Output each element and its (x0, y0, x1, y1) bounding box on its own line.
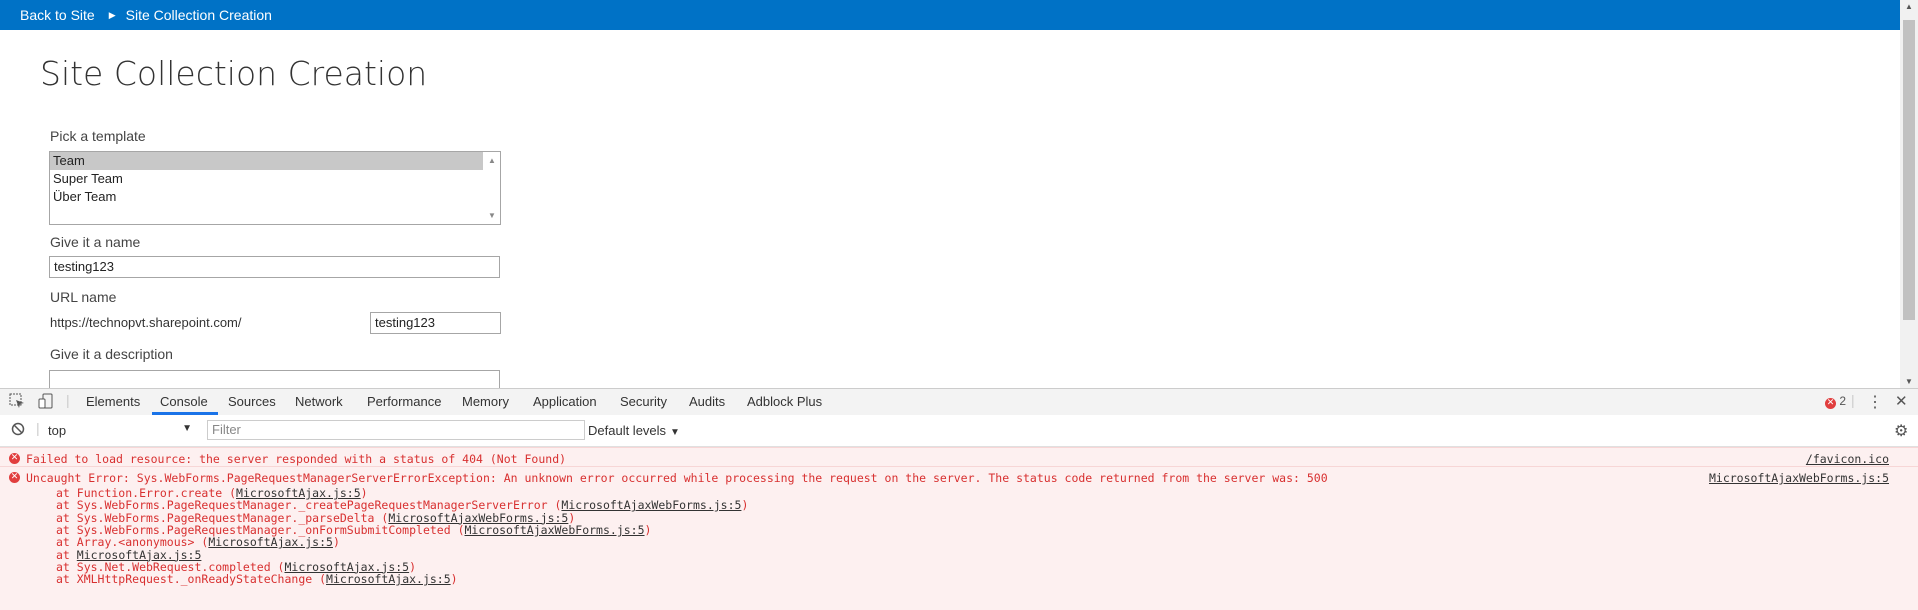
console-message-text: Failed to load resource: the server resp… (26, 452, 567, 466)
gear-icon[interactable]: ⚙ (1894, 421, 1908, 441)
tab-console[interactable]: Console (160, 394, 208, 409)
scroll-up-icon[interactable]: ▲ (488, 156, 496, 165)
template-option-super-team[interactable]: Super Team (50, 170, 483, 188)
devtools-panel: | Elements Console Sources Network Perfo… (0, 388, 1918, 610)
error-icon: ✕ (9, 472, 20, 483)
tab-application[interactable]: Application (533, 394, 597, 409)
error-icon: ✕ (1825, 398, 1836, 409)
tab-security[interactable]: Security (620, 394, 667, 409)
chevron-down-icon: ▼ (670, 427, 680, 438)
tab-adblock-plus[interactable]: Adblock Plus (747, 394, 822, 409)
stack-frame-link[interactable]: MicrosoftAjaxWebForms.js:5 (465, 523, 645, 537)
url-name-input[interactable]: testing123 (370, 312, 501, 334)
devtools-tabbar: | Elements Console Sources Network Perfo… (0, 388, 1918, 416)
tab-audits[interactable]: Audits (689, 394, 725, 409)
device-toggle-icon[interactable] (38, 393, 54, 412)
close-icon[interactable]: ✕ (1895, 392, 1908, 410)
tab-sources[interactable]: Sources (228, 394, 276, 409)
chevron-down-icon: ▼ (182, 423, 192, 434)
stack-frame-link[interactable]: MicrosoftAjax.js:5 (208, 535, 333, 549)
console-message-text: Uncaught Error: Sys.WebForms.PageRequest… (26, 471, 1328, 485)
context-value: top (48, 423, 67, 438)
stack-frame-suffix: ) (644, 522, 652, 537)
template-option-uber-team[interactable]: Über Team (50, 188, 483, 206)
filter-input[interactable]: Filter (207, 420, 585, 440)
error-count: 2 (1839, 394, 1847, 408)
console-message-source[interactable]: /favicon.ico (1806, 452, 1889, 466)
stack-frame-link[interactable]: MicrosoftAjaxWebForms.js:5 (561, 498, 741, 512)
site-name-input[interactable]: testing123 (49, 256, 500, 278)
stack-frame-suffix: ) (332, 535, 340, 550)
inspect-element-icon[interactable] (9, 393, 25, 412)
description-label: Give it a description (50, 346, 173, 362)
page-scroll-down-icon[interactable]: ▼ (1905, 377, 1913, 386)
url-prefix: https://technopvt.sharepoint.com/ (50, 315, 242, 330)
listbox-scrollbar[interactable]: ▲ ▼ (483, 152, 500, 224)
stack-frame: at XMLHttpRequest._onReadyStateChange (M… (56, 572, 458, 586)
log-levels-dropdown[interactable]: Default levels ▼ (588, 423, 680, 438)
console-message: ✕ Uncaught Error: Sys.WebForms.PageReque… (0, 466, 1918, 610)
name-label: Give it a name (50, 234, 141, 250)
template-listbox[interactable]: Team Super Team Über Team ▲ ▼ (49, 151, 501, 225)
stack-frame-link[interactable]: MicrosoftAjax.js:5 (326, 572, 451, 586)
template-option-team[interactable]: Team (50, 152, 483, 170)
stack-frame-text: at XMLHttpRequest._onReadyStateChange ( (56, 572, 327, 587)
breadcrumb-separator-icon: ▶ (108, 9, 116, 20)
breadcrumb-current[interactable]: Site Collection Creation (126, 7, 272, 23)
tab-performance[interactable]: Performance (367, 394, 441, 409)
error-counter[interactable]: ✕ 2 (1825, 394, 1846, 409)
template-label: Pick a template (50, 128, 146, 144)
page-scrollbar[interactable]: ▲ ▼ (1900, 0, 1918, 388)
log-levels-label: Default levels (588, 423, 667, 438)
console-message-source[interactable]: MicrosoftAjaxWebForms.js:5 (1709, 471, 1889, 485)
error-icon: ✕ (9, 453, 20, 464)
suite-bar: Back to Site ▶ Site Collection Creation (0, 0, 1900, 30)
description-input[interactable] (49, 370, 500, 388)
url-label: URL name (50, 289, 117, 305)
page-scroll-up-icon[interactable]: ▲ (1905, 2, 1913, 11)
tab-network[interactable]: Network (295, 394, 343, 409)
page-title: Site Collection Creation (40, 54, 428, 93)
stack-frame-suffix: ) (450, 572, 458, 587)
kebab-menu-icon[interactable]: ⋮ (1867, 392, 1883, 412)
back-to-site-link[interactable]: Back to Site (20, 7, 95, 23)
toolbar-divider: | (66, 392, 70, 408)
console-output: ✕ Failed to load resource: the server re… (0, 447, 1918, 610)
console-filterbar: | top ▼ Filter Default levels ▼ ⚙ (0, 415, 1918, 447)
scroll-down-icon[interactable]: ▼ (488, 211, 496, 220)
page-scroll-thumb[interactable] (1903, 20, 1915, 320)
console-message: ✕ Failed to load resource: the server re… (0, 447, 1918, 466)
clear-console-icon[interactable] (11, 422, 25, 439)
toolbar-divider: | (36, 420, 40, 436)
stack-frame-suffix: ) (741, 498, 749, 513)
toolbar-divider: | (1851, 392, 1855, 408)
tab-memory[interactable]: Memory (462, 394, 509, 409)
page-content: Site Collection Creation Pick a template… (0, 30, 1900, 388)
tab-elements[interactable]: Elements (86, 394, 140, 409)
context-select[interactable]: top ▼ (48, 423, 192, 438)
